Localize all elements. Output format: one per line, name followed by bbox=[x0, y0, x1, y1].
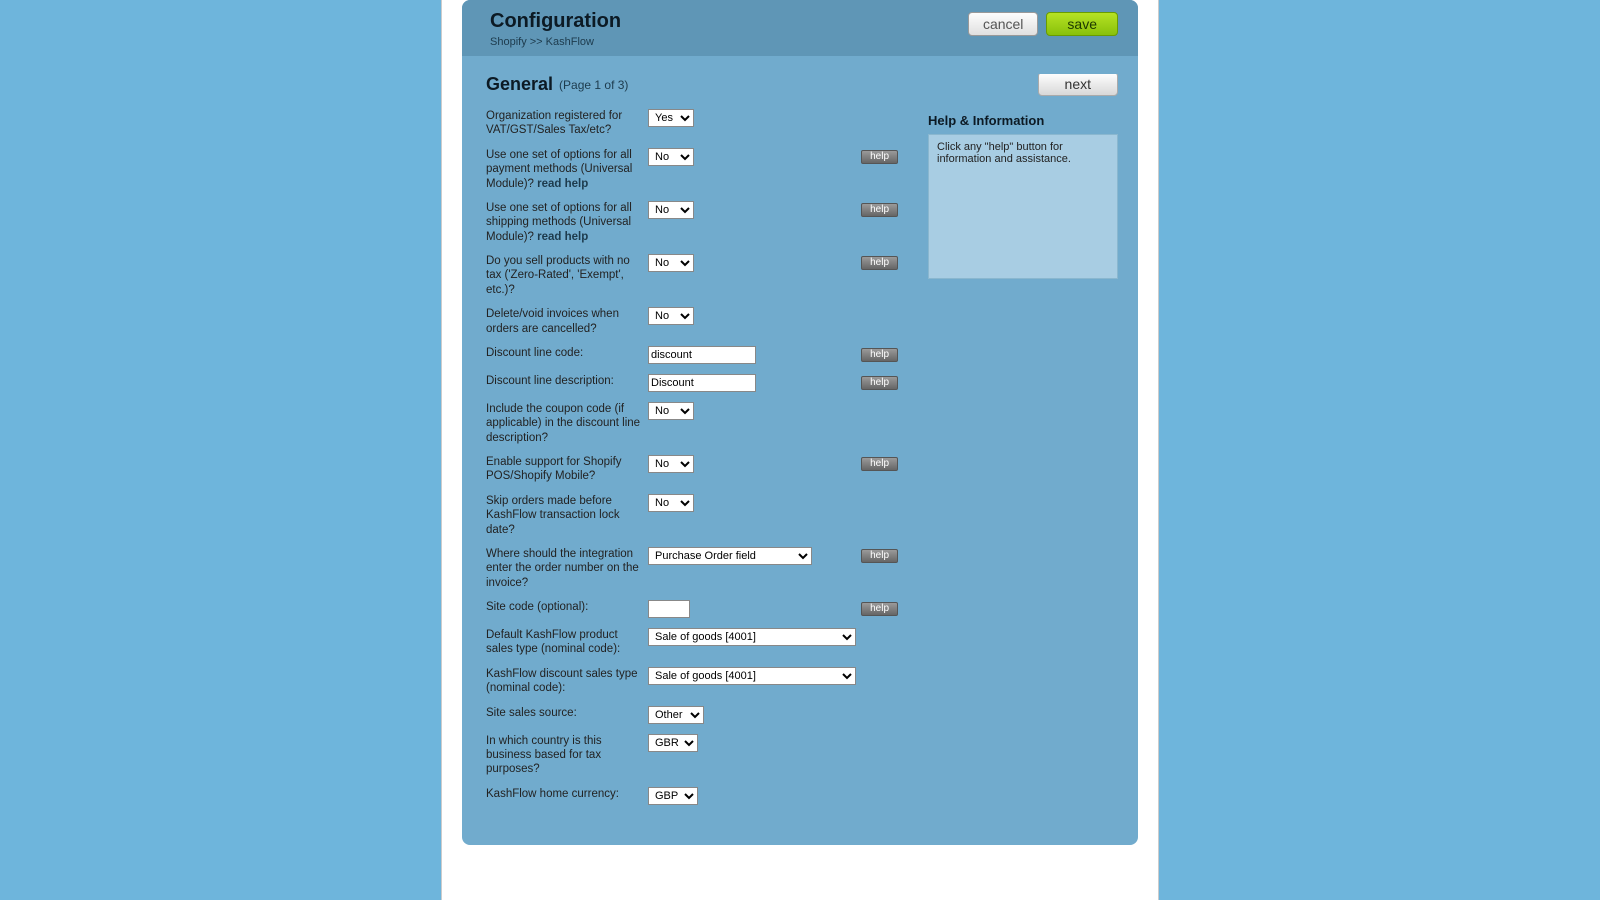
select-tax-country[interactable]: GBR bbox=[648, 734, 698, 752]
select-delete-void[interactable]: No bbox=[648, 307, 694, 325]
input-discount-desc[interactable] bbox=[648, 374, 756, 392]
next-button[interactable]: next bbox=[1038, 74, 1118, 96]
help-button[interactable]: help bbox=[861, 256, 898, 270]
cancel-button[interactable]: cancel bbox=[968, 12, 1038, 36]
help-button[interactable]: help bbox=[861, 602, 898, 616]
label: Organization registered for VAT/GST/Sale… bbox=[486, 109, 648, 138]
help-button[interactable]: help bbox=[861, 203, 898, 217]
select-product-sales-type[interactable]: Sale of goods [4001] bbox=[648, 628, 856, 646]
select-order-number-field[interactable]: Purchase Order field bbox=[648, 547, 812, 565]
label: Where should the integration enter the o… bbox=[486, 547, 648, 590]
select-universal-payment[interactable]: No bbox=[648, 148, 694, 166]
row-discount-code: Discount line code: help bbox=[486, 346, 914, 364]
label: Site sales source: bbox=[486, 706, 648, 720]
config-panel: Configuration Shopify >> KashFlow cancel… bbox=[462, 0, 1138, 845]
select-home-currency[interactable]: GBP bbox=[648, 787, 698, 805]
help-button[interactable]: help bbox=[861, 549, 898, 563]
input-discount-code[interactable] bbox=[648, 346, 756, 364]
select-discount-sales-type[interactable]: Sale of goods [4001] bbox=[648, 667, 856, 685]
row-universal-payment: Use one set of options for all payment m… bbox=[486, 148, 914, 191]
row-include-coupon: Include the coupon code (if applicable) … bbox=[486, 402, 914, 445]
help-button[interactable]: help bbox=[861, 376, 898, 390]
section-title: General bbox=[486, 74, 553, 95]
panel-body: next General (Page 1 of 3) Organization … bbox=[462, 56, 1138, 845]
select-site-sales-source[interactable]: Other bbox=[648, 706, 704, 724]
label: Skip orders made before KashFlow transac… bbox=[486, 494, 648, 537]
help-column: Help & Information Click any "help" butt… bbox=[928, 109, 1118, 815]
label: Default KashFlow product sales type (nom… bbox=[486, 628, 648, 657]
select-skip-lock-date[interactable]: No bbox=[648, 494, 694, 512]
label: Use one set of options for all payment m… bbox=[486, 148, 648, 191]
read-help-link[interactable]: read help bbox=[537, 231, 588, 243]
breadcrumb: Shopify >> KashFlow bbox=[490, 36, 968, 48]
row-tax-country: In which country is this business based … bbox=[486, 734, 914, 777]
row-site-code: Site code (optional): help bbox=[486, 600, 914, 618]
row-shopify-pos: Enable support for Shopify POS/Shopify M… bbox=[486, 455, 914, 484]
label: Discount line code: bbox=[486, 346, 648, 360]
row-delete-void: Delete/void invoices when orders are can… bbox=[486, 307, 914, 336]
row-product-sales-type: Default KashFlow product sales type (nom… bbox=[486, 628, 914, 657]
row-vat-registered: Organization registered for VAT/GST/Sale… bbox=[486, 109, 914, 138]
row-zero-rated: Do you sell products with no tax ('Zero-… bbox=[486, 254, 914, 297]
row-universal-shipping: Use one set of options for all shipping … bbox=[486, 201, 914, 244]
row-home-currency: KashFlow home currency: GBP bbox=[486, 787, 914, 805]
input-site-code[interactable] bbox=[648, 600, 690, 618]
select-universal-shipping[interactable]: No bbox=[648, 201, 694, 219]
read-help-link[interactable]: read help bbox=[537, 178, 588, 190]
select-shopify-pos[interactable]: No bbox=[648, 455, 694, 473]
row-order-number-field: Where should the integration enter the o… bbox=[486, 547, 914, 590]
row-discount-sales-type: KashFlow discount sales type (nominal co… bbox=[486, 667, 914, 696]
help-button[interactable]: help bbox=[861, 150, 898, 164]
label: Discount line description: bbox=[486, 374, 648, 388]
label: Enable support for Shopify POS/Shopify M… bbox=[486, 455, 648, 484]
app-frame: Configuration Shopify >> KashFlow cancel… bbox=[441, 0, 1159, 900]
save-button[interactable]: save bbox=[1046, 12, 1118, 36]
label: In which country is this business based … bbox=[486, 734, 648, 777]
select-zero-rated[interactable]: No bbox=[648, 254, 694, 272]
help-title: Help & Information bbox=[928, 113, 1118, 128]
label: Include the coupon code (if applicable) … bbox=[486, 402, 648, 445]
label: KashFlow discount sales type (nominal co… bbox=[486, 667, 648, 696]
label: Delete/void invoices when orders are can… bbox=[486, 307, 648, 336]
row-skip-lock-date: Skip orders made before KashFlow transac… bbox=[486, 494, 914, 537]
page-title: Configuration bbox=[490, 10, 968, 33]
row-site-sales-source: Site sales source: Other bbox=[486, 706, 914, 724]
help-content: Click any "help" button for information … bbox=[928, 134, 1118, 279]
select-vat-registered[interactable]: Yes bbox=[648, 109, 694, 127]
label: Site code (optional): bbox=[486, 600, 648, 614]
label: KashFlow home currency: bbox=[486, 787, 648, 801]
panel-header: Configuration Shopify >> KashFlow cancel… bbox=[462, 0, 1138, 56]
row-discount-desc: Discount line description: help bbox=[486, 374, 914, 392]
help-button[interactable]: help bbox=[861, 457, 898, 471]
page-indicator: (Page 1 of 3) bbox=[559, 78, 628, 92]
help-button[interactable]: help bbox=[861, 348, 898, 362]
label: Do you sell products with no tax ('Zero-… bbox=[486, 254, 648, 297]
form-column: Organization registered for VAT/GST/Sale… bbox=[486, 109, 914, 815]
select-include-coupon[interactable]: No bbox=[648, 402, 694, 420]
label: Use one set of options for all shipping … bbox=[486, 201, 648, 244]
